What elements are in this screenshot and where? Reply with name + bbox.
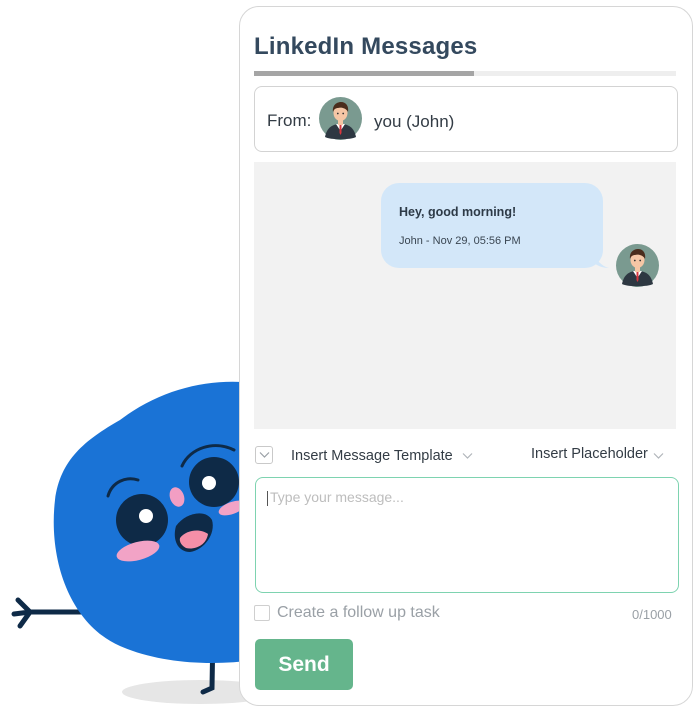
linkedin-messages-panel: LinkedIn Messages From: you (John) Hey, … xyxy=(239,6,693,706)
message-textarea[interactable] xyxy=(270,489,666,585)
message-text: Hey, good morning! xyxy=(399,205,517,219)
from-label: From: xyxy=(267,111,312,130)
text-caret xyxy=(267,491,268,506)
chat-history: Hey, good morning! John - Nov 29, 05:56 … xyxy=(254,162,676,429)
chevron-down-icon[interactable] xyxy=(653,452,664,460)
page-title: LinkedIn Messages xyxy=(254,33,478,60)
insert-placeholder-button[interactable]: Insert Placeholder xyxy=(531,446,648,462)
message-meta: John - Nov 29, 05:56 PM xyxy=(399,235,521,247)
user-avatar-icon xyxy=(616,244,659,287)
active-tab-indicator xyxy=(254,71,474,76)
from-selector[interactable]: From: you (John) xyxy=(254,86,678,152)
message-bubble: Hey, good morning! John - Nov 29, 05:56 … xyxy=(381,183,603,268)
follow-up-checkbox[interactable] xyxy=(254,605,270,621)
progress-tab-bar xyxy=(254,71,676,76)
follow-up-label[interactable]: Create a follow up task xyxy=(277,604,440,622)
user-avatar-icon xyxy=(319,97,362,140)
template-dropdown-toggle[interactable] xyxy=(255,446,273,464)
message-input-box[interactable] xyxy=(255,477,679,593)
chevron-down-icon[interactable] xyxy=(462,452,473,460)
bubble-tail xyxy=(593,254,609,268)
insert-message-template-button[interactable]: Insert Message Template xyxy=(291,448,453,464)
send-button[interactable]: Send xyxy=(255,639,353,690)
sender-name: you (John) xyxy=(374,112,455,131)
chevron-down-icon xyxy=(259,452,270,458)
character-count: 0/1000 xyxy=(632,607,672,622)
